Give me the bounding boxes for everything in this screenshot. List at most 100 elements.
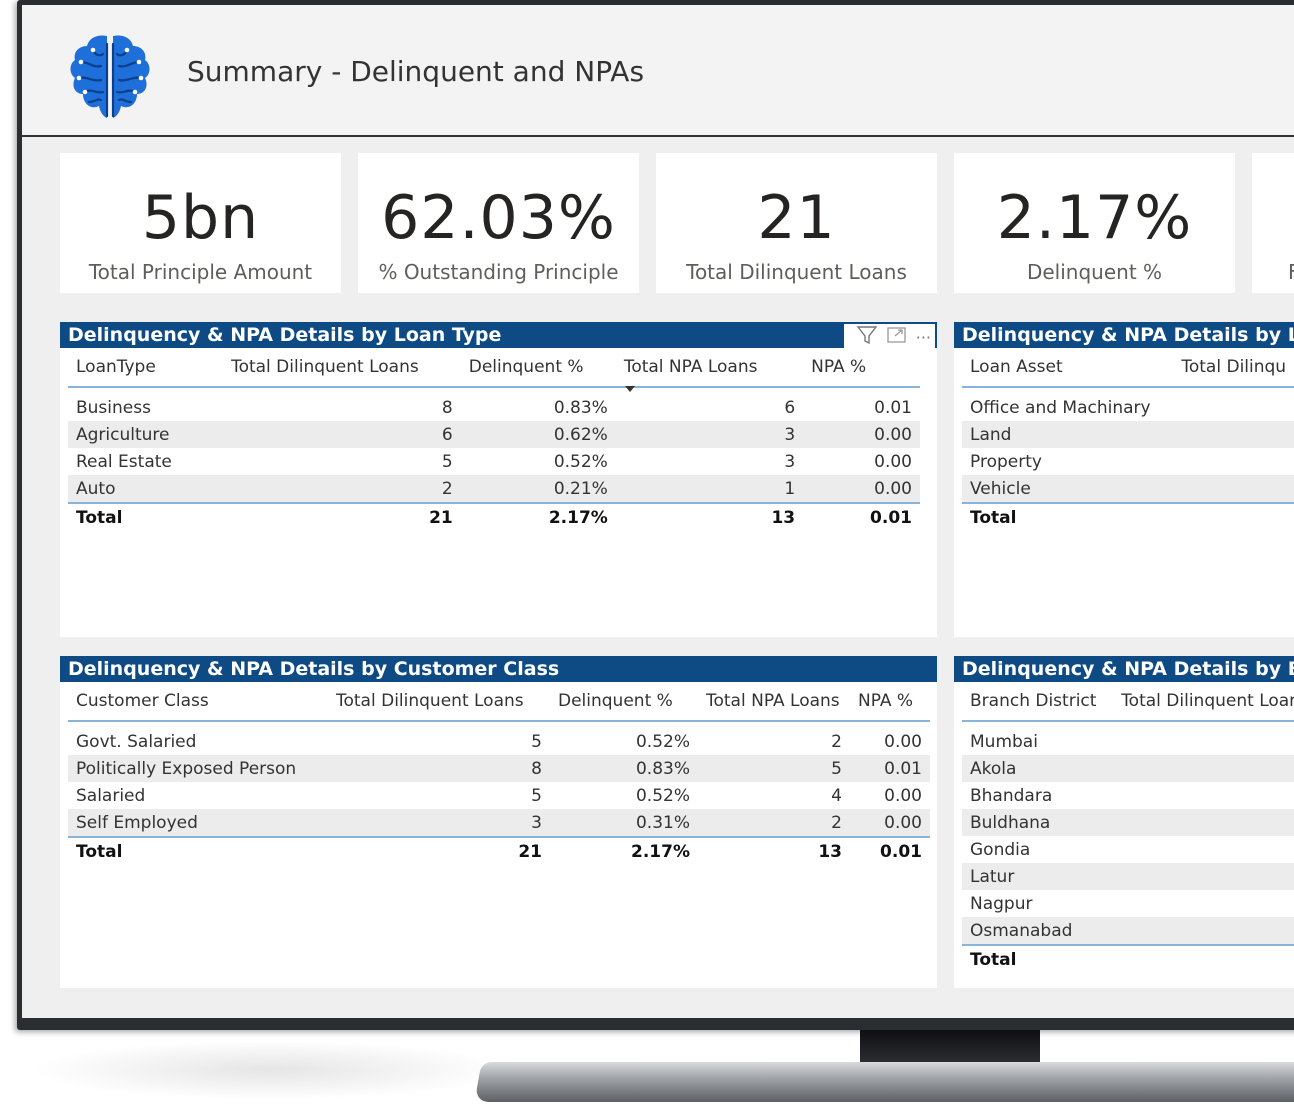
- table-row[interactable]: Govt. Salaried 5 0.52% 2 0.00: [68, 721, 930, 755]
- monitor-shadow: [30, 1040, 510, 1100]
- cell-total-delinquent-loans: 21: [223, 502, 461, 531]
- cell-branch-district: Buldhana: [962, 809, 1114, 836]
- table-row[interactable]: Salaried 5 0.52% 4 0.00: [68, 782, 930, 809]
- cell-npa-percent: 0.00: [803, 475, 920, 503]
- cell-delinquent-loans: 3: [328, 809, 550, 837]
- cell-delinquent-percent: 0.62%: [460, 421, 616, 448]
- cell-delinquent-percent: 0.52%: [553, 451, 608, 472]
- sort-descending-icon: [624, 386, 635, 392]
- table-row[interactable]: Buldhana: [962, 809, 1294, 836]
- kpi-card-delinquent-percent[interactable]: 2.17% Delinquent %: [954, 153, 1235, 293]
- filter-icon[interactable]: [856, 325, 878, 349]
- column-header[interactable]: NPA %: [803, 348, 920, 388]
- cell-empty: [1173, 448, 1294, 475]
- cell-delinquent-percent: 0.21%: [460, 475, 616, 503]
- table-visual-customer-class[interactable]: Delinquency & NPA Details by Customer Cl…: [60, 656, 937, 988]
- table-visual-loan-asset[interactable]: Delinquency & NPA Details by L Loan Asse…: [954, 322, 1294, 637]
- table-row[interactable]: Business 8 0.83% 6 0.01: [68, 387, 920, 421]
- cell-loan-asset: Office and Machinary: [970, 397, 1151, 418]
- table-row[interactable]: Nagpur: [962, 890, 1294, 917]
- column-header[interactable]: Loan Asset: [962, 348, 1174, 388]
- visual-header-icons: ···: [843, 324, 935, 350]
- table-row[interactable]: Agriculture 6 0.62% 3 0.00: [68, 421, 920, 448]
- customer-class-table: Customer Class Total Dilinquent Loans De…: [68, 682, 930, 865]
- column-header[interactable]: Total Dilinquent Loans: [328, 682, 550, 722]
- table-header-row: LoanType Total Dilinquent Loans Delinque…: [68, 348, 920, 392]
- cell-npa-percent: 0.01: [850, 755, 930, 782]
- column-header[interactable]: NPA %: [850, 682, 930, 722]
- cell-npa-loans: 3: [615, 421, 804, 448]
- branch-district-table: Branch District Total Dilinquent Loar Mu…: [962, 682, 1294, 973]
- table-row[interactable]: Real Estate 5 0.52% 3 0.00: [68, 448, 920, 475]
- table-row[interactable]: Land: [962, 421, 1294, 448]
- column-header[interactable]: Branch District: [962, 682, 1114, 722]
- table-row[interactable]: Osmanabad: [962, 917, 1294, 945]
- cell-branch-district: Nagpur: [970, 893, 1033, 914]
- column-header[interactable]: Total Dilinqu: [1173, 348, 1294, 388]
- column-header[interactable]: Total Dilinquent Loar: [1113, 682, 1294, 722]
- cell-delinquent-percent: 0.83%: [553, 397, 608, 418]
- kpi-card-partial[interactable]: F: [1252, 153, 1294, 293]
- table-row[interactable]: Akola: [962, 755, 1294, 782]
- cell-total-delinquent-percent: 2.17%: [550, 836, 698, 865]
- focus-mode-icon[interactable]: [886, 325, 908, 349]
- table-visual-branch-district[interactable]: Delinquency & NPA Details by B Branch Di…: [954, 656, 1294, 988]
- cell-delinquent-percent: 0.83%: [550, 755, 698, 782]
- more-options-icon[interactable]: ···: [916, 328, 931, 347]
- cell-branch-district: Akola: [962, 755, 1114, 782]
- kpi-value: 21: [757, 183, 836, 253]
- brain-icon: [70, 35, 150, 118]
- table-row[interactable]: Bhandara: [962, 782, 1294, 809]
- table-row[interactable]: Self Employed 3 0.31% 2 0.00: [68, 809, 930, 837]
- table-row[interactable]: Auto 2 0.21% 1 0.00: [68, 475, 920, 503]
- cell-empty: [1173, 475, 1294, 503]
- cell-total-npa-loans: 13: [615, 502, 804, 531]
- column-header[interactable]: Total Dilinquent Loans: [223, 348, 461, 388]
- monitor-stand-base: [474, 1062, 1294, 1102]
- cell-empty: [1173, 387, 1294, 421]
- cell-total-label: Total: [962, 502, 1174, 531]
- cell-delinquent-loans: 5: [531, 731, 542, 752]
- cell-total-label: Total: [68, 836, 328, 865]
- cell-npa-percent: 0.00: [874, 451, 912, 472]
- cell-empty: [1113, 809, 1294, 836]
- column-header[interactable]: Delinquent %: [460, 348, 616, 388]
- cell-customer-class: Govt. Salaried: [76, 731, 197, 752]
- column-header[interactable]: Total NPA Loans: [698, 682, 850, 722]
- table-row[interactable]: Mumbai: [962, 721, 1294, 755]
- table-header-row: Branch District Total Dilinquent Loar: [962, 682, 1294, 722]
- column-header-sorted[interactable]: Total NPA Loans: [615, 348, 804, 392]
- table-header-row: Customer Class Total Dilinquent Loans De…: [68, 682, 930, 722]
- cell-total-delinquent-loans: 21: [328, 836, 550, 865]
- cell-empty: [1113, 755, 1294, 782]
- table-row[interactable]: Gondia: [962, 836, 1294, 863]
- kpi-value: 2.17%: [996, 183, 1193, 253]
- cell-npa-loans: 1: [615, 475, 804, 503]
- dashboard-screen: Summary - Delinquent and NPAs 5bn Total …: [22, 5, 1294, 1018]
- kpi-card-total-principle[interactable]: 5bn Total Principle Amount: [60, 153, 341, 293]
- column-header[interactable]: Delinquent %: [550, 682, 698, 722]
- table-row[interactable]: Office and Machinary: [962, 387, 1294, 421]
- table-row[interactable]: Property: [962, 448, 1294, 475]
- loan-asset-table: Loan Asset Total Dilinqu Office and Mach…: [962, 348, 1294, 531]
- kpi-card-delinquent-loans[interactable]: 21 Total Dilinquent Loans: [656, 153, 937, 293]
- cell-delinquent-percent: 0.31%: [550, 809, 698, 837]
- cell-empty: [1113, 944, 1294, 973]
- table-row[interactable]: Latur: [962, 863, 1294, 890]
- cell-empty: [1113, 863, 1294, 890]
- cell-npa-percent: 0.00: [884, 731, 922, 752]
- monitor-stand-neck: [860, 1030, 1040, 1064]
- cell-branch-district: Bhandara: [970, 785, 1053, 806]
- cell-npa-loans: 3: [784, 451, 796, 472]
- cell-branch-district: Mumbai: [970, 731, 1038, 752]
- column-header[interactable]: Customer Class: [68, 682, 328, 722]
- column-header[interactable]: LoanType: [68, 348, 224, 388]
- cell-delinquent-percent: 0.52%: [635, 731, 690, 752]
- table-row[interactable]: Vehicle: [962, 475, 1294, 503]
- table-visual-loan-type[interactable]: Delinquency & NPA Details by Loan Type ·…: [60, 322, 937, 637]
- report-header: Summary - Delinquent and NPAs: [22, 5, 1294, 137]
- table-row[interactable]: Politically Exposed Person 8 0.83% 5 0.0…: [68, 755, 930, 782]
- cell-npa-percent: 0.00: [884, 785, 922, 806]
- kpi-label: F: [1288, 260, 1294, 284]
- kpi-card-outstanding-principle[interactable]: 62.03% % Outstanding Principle: [358, 153, 639, 293]
